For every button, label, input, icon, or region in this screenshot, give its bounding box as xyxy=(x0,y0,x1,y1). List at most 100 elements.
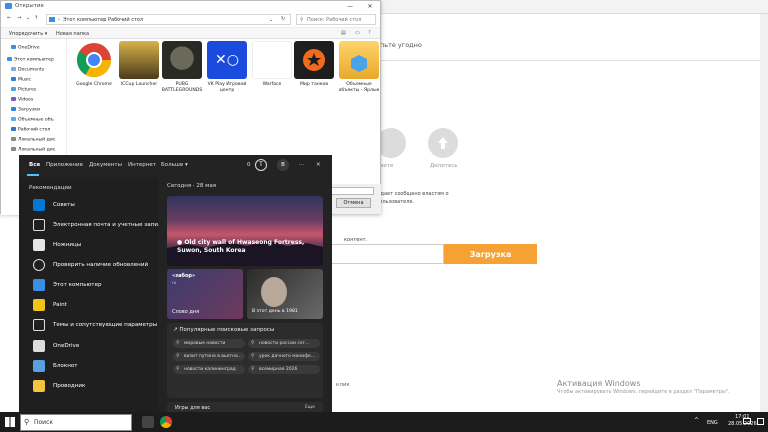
tab-all[interactable]: Все xyxy=(29,162,40,168)
search-suggestion[interactable]: визит путина в вьетна... xyxy=(173,352,245,361)
view-icon[interactable]: ▤ xyxy=(341,30,346,36)
share-icon[interactable] xyxy=(428,128,458,158)
new-folder-button[interactable]: Новая папка xyxy=(56,31,89,37)
card-label: Слово дня xyxy=(172,309,200,315)
hero-image-card[interactable]: ● Old city wall of Hwaseong Fortress, Su… xyxy=(167,196,323,266)
search-suggestion[interactable]: всемирная 2026 xyxy=(248,365,320,374)
nav-item-documents[interactable]: Documents xyxy=(11,67,44,73)
recommendation-item[interactable]: Ножницы xyxy=(33,237,159,255)
search-suggestion[interactable]: новости россии сег... xyxy=(248,339,320,348)
chrome-icon xyxy=(74,41,114,79)
recommendation-item[interactable]: Этот компьютер xyxy=(33,277,159,295)
forward-icon[interactable]: → xyxy=(17,15,21,21)
search-suggestion[interactable]: мировые новости xyxy=(173,339,245,348)
clock[interactable]: 17:01 28.05.2026 xyxy=(728,414,757,428)
cube-icon xyxy=(11,117,16,121)
pubg-icon xyxy=(162,41,202,79)
update-icon xyxy=(33,259,45,271)
avatar[interactable]: B xyxy=(277,159,289,171)
nav-item-music[interactable]: Music xyxy=(11,77,31,83)
minimize-icon[interactable]: — xyxy=(340,1,360,12)
nav-item-this-pc[interactable]: Этот компьютер xyxy=(7,57,54,63)
search-tabs: Все Приложение Документы Интернет Больше… xyxy=(19,155,332,177)
url-input[interactable] xyxy=(330,244,444,264)
browser-top-bar xyxy=(360,0,768,14)
drive-icon xyxy=(11,147,16,151)
search-suggestion[interactable]: новости калининград xyxy=(173,365,245,374)
breadcrumb-computer[interactable]: Этот компьютер xyxy=(63,17,106,23)
documents-icon xyxy=(11,67,16,71)
language-indicator[interactable]: ENG xyxy=(707,420,718,426)
app-icon[interactable] xyxy=(142,416,154,428)
tab-indicator xyxy=(27,174,39,176)
close-icon[interactable]: ✕ xyxy=(316,162,321,168)
chrome-taskbar-icon[interactable] xyxy=(160,416,172,428)
recommendation-item[interactable]: Электронная почта и учетные запи... xyxy=(33,217,159,235)
nav-item-onedrive[interactable]: OneDrive xyxy=(11,45,40,51)
preview-icon[interactable]: ▭ xyxy=(355,30,360,36)
nav-item-downloads[interactable]: Загрузки xyxy=(11,107,40,113)
word-of-day-card[interactable]: «забор» ru Слово дня xyxy=(167,269,243,319)
page-scrollbar[interactable] xyxy=(760,14,768,412)
file-item[interactable]: Google Chrome xyxy=(73,41,115,88)
folder-icon xyxy=(339,41,379,79)
file-label: Мир танков xyxy=(299,82,329,87)
computer-small-icon xyxy=(49,17,55,22)
today-label: Сегодня · 28 мая xyxy=(167,183,217,189)
breadcrumb-desktop[interactable]: Рабочий стол xyxy=(108,17,143,23)
rewards-points[interactable]: 0 xyxy=(247,162,251,168)
recent-icon[interactable]: ⌄ xyxy=(26,15,30,21)
games-more-link[interactable]: Еще xyxy=(305,405,315,410)
file-item[interactable]: Мир танков xyxy=(293,41,335,88)
file-label: PUBG BATTLEGROUNDS xyxy=(161,82,203,93)
recommendation-item[interactable]: Paint xyxy=(33,297,159,315)
refresh-icon[interactable]: ↻ xyxy=(281,16,285,22)
help-icon[interactable]: ? xyxy=(368,30,371,36)
up-icon[interactable]: ↑ xyxy=(34,15,38,21)
search-box[interactable]: ⚲ Поиск: Рабочий стол xyxy=(296,14,376,25)
windows-icon[interactable] xyxy=(5,417,15,427)
search-suggestion[interactable]: урок дачного манифе... xyxy=(248,352,320,361)
search-icon: ⚲ xyxy=(300,17,304,23)
tab-more[interactable]: Больше ▾ xyxy=(161,162,188,168)
upload-button[interactable]: Загрузка xyxy=(444,244,537,264)
notification-icon[interactable] xyxy=(757,418,764,425)
address-bar[interactable]: › Этот компьютер › Рабочий стол ⌄ ↻ xyxy=(46,14,291,25)
rewards-icon[interactable]: T xyxy=(255,159,267,171)
nav-item-videos[interactable]: Videos xyxy=(11,97,33,103)
file-item[interactable]: Объемные объекты - Ярлык xyxy=(338,41,380,94)
recommendation-item[interactable]: Блокнот xyxy=(33,358,159,376)
recommendation-item[interactable]: Советы xyxy=(33,197,159,215)
search-icon: ⚲ xyxy=(24,418,30,426)
tab-web[interactable]: Интернет xyxy=(128,162,156,168)
back-icon[interactable]: ← xyxy=(7,15,11,21)
recommendation-item[interactable]: Проверить наличие обновлений xyxy=(33,257,159,275)
cancel-button[interactable]: Отмена xyxy=(336,198,371,208)
themes-icon xyxy=(33,319,45,331)
like-label: аете xyxy=(380,163,394,169)
organize-button[interactable]: Упорядочить ▾ xyxy=(9,31,47,37)
on-this-day-card[interactable]: В этот день в 1981 xyxy=(247,269,323,319)
dropdown-icon[interactable]: ⌄ xyxy=(269,17,273,23)
close-icon[interactable]: ✕ xyxy=(360,1,380,12)
recommendation-item[interactable]: Проводник xyxy=(33,378,159,396)
taskbar-search-placeholder: Поиск xyxy=(34,419,54,426)
nav-item-pictures[interactable]: Pictures xyxy=(11,87,36,93)
nav-item-local-disk-c[interactable]: Локальный дис xyxy=(11,137,55,143)
file-item[interactable]: Warface xyxy=(251,41,293,88)
tab-apps[interactable]: Приложение xyxy=(46,162,83,168)
recommendation-item[interactable]: Темы и сопутствующие параметры xyxy=(33,317,159,335)
nav-item-desktop[interactable]: Рабочий стол xyxy=(11,127,50,133)
file-item[interactable]: PUBG BATTLEGROUNDS xyxy=(161,41,203,94)
popular-searches: ↗ Популярные поисковые запросы мировые н… xyxy=(167,323,323,398)
nav-item-3d-objects[interactable]: Объемные объ xyxy=(11,117,54,123)
desktop-icon xyxy=(11,127,16,131)
tab-documents[interactable]: Документы xyxy=(89,162,122,168)
explorer-icon xyxy=(33,380,45,392)
more-icon[interactable]: ··· xyxy=(299,162,304,168)
nav-item-local-disk-d[interactable]: Локальный дис xyxy=(11,147,55,153)
file-item[interactable]: ✕○ VK Play Игровой центр xyxy=(206,41,248,94)
recommendation-item[interactable]: OneDrive xyxy=(33,338,159,356)
file-item[interactable]: ICCup Launcher xyxy=(118,41,160,88)
chevron-up-icon[interactable]: ^ xyxy=(694,417,699,424)
